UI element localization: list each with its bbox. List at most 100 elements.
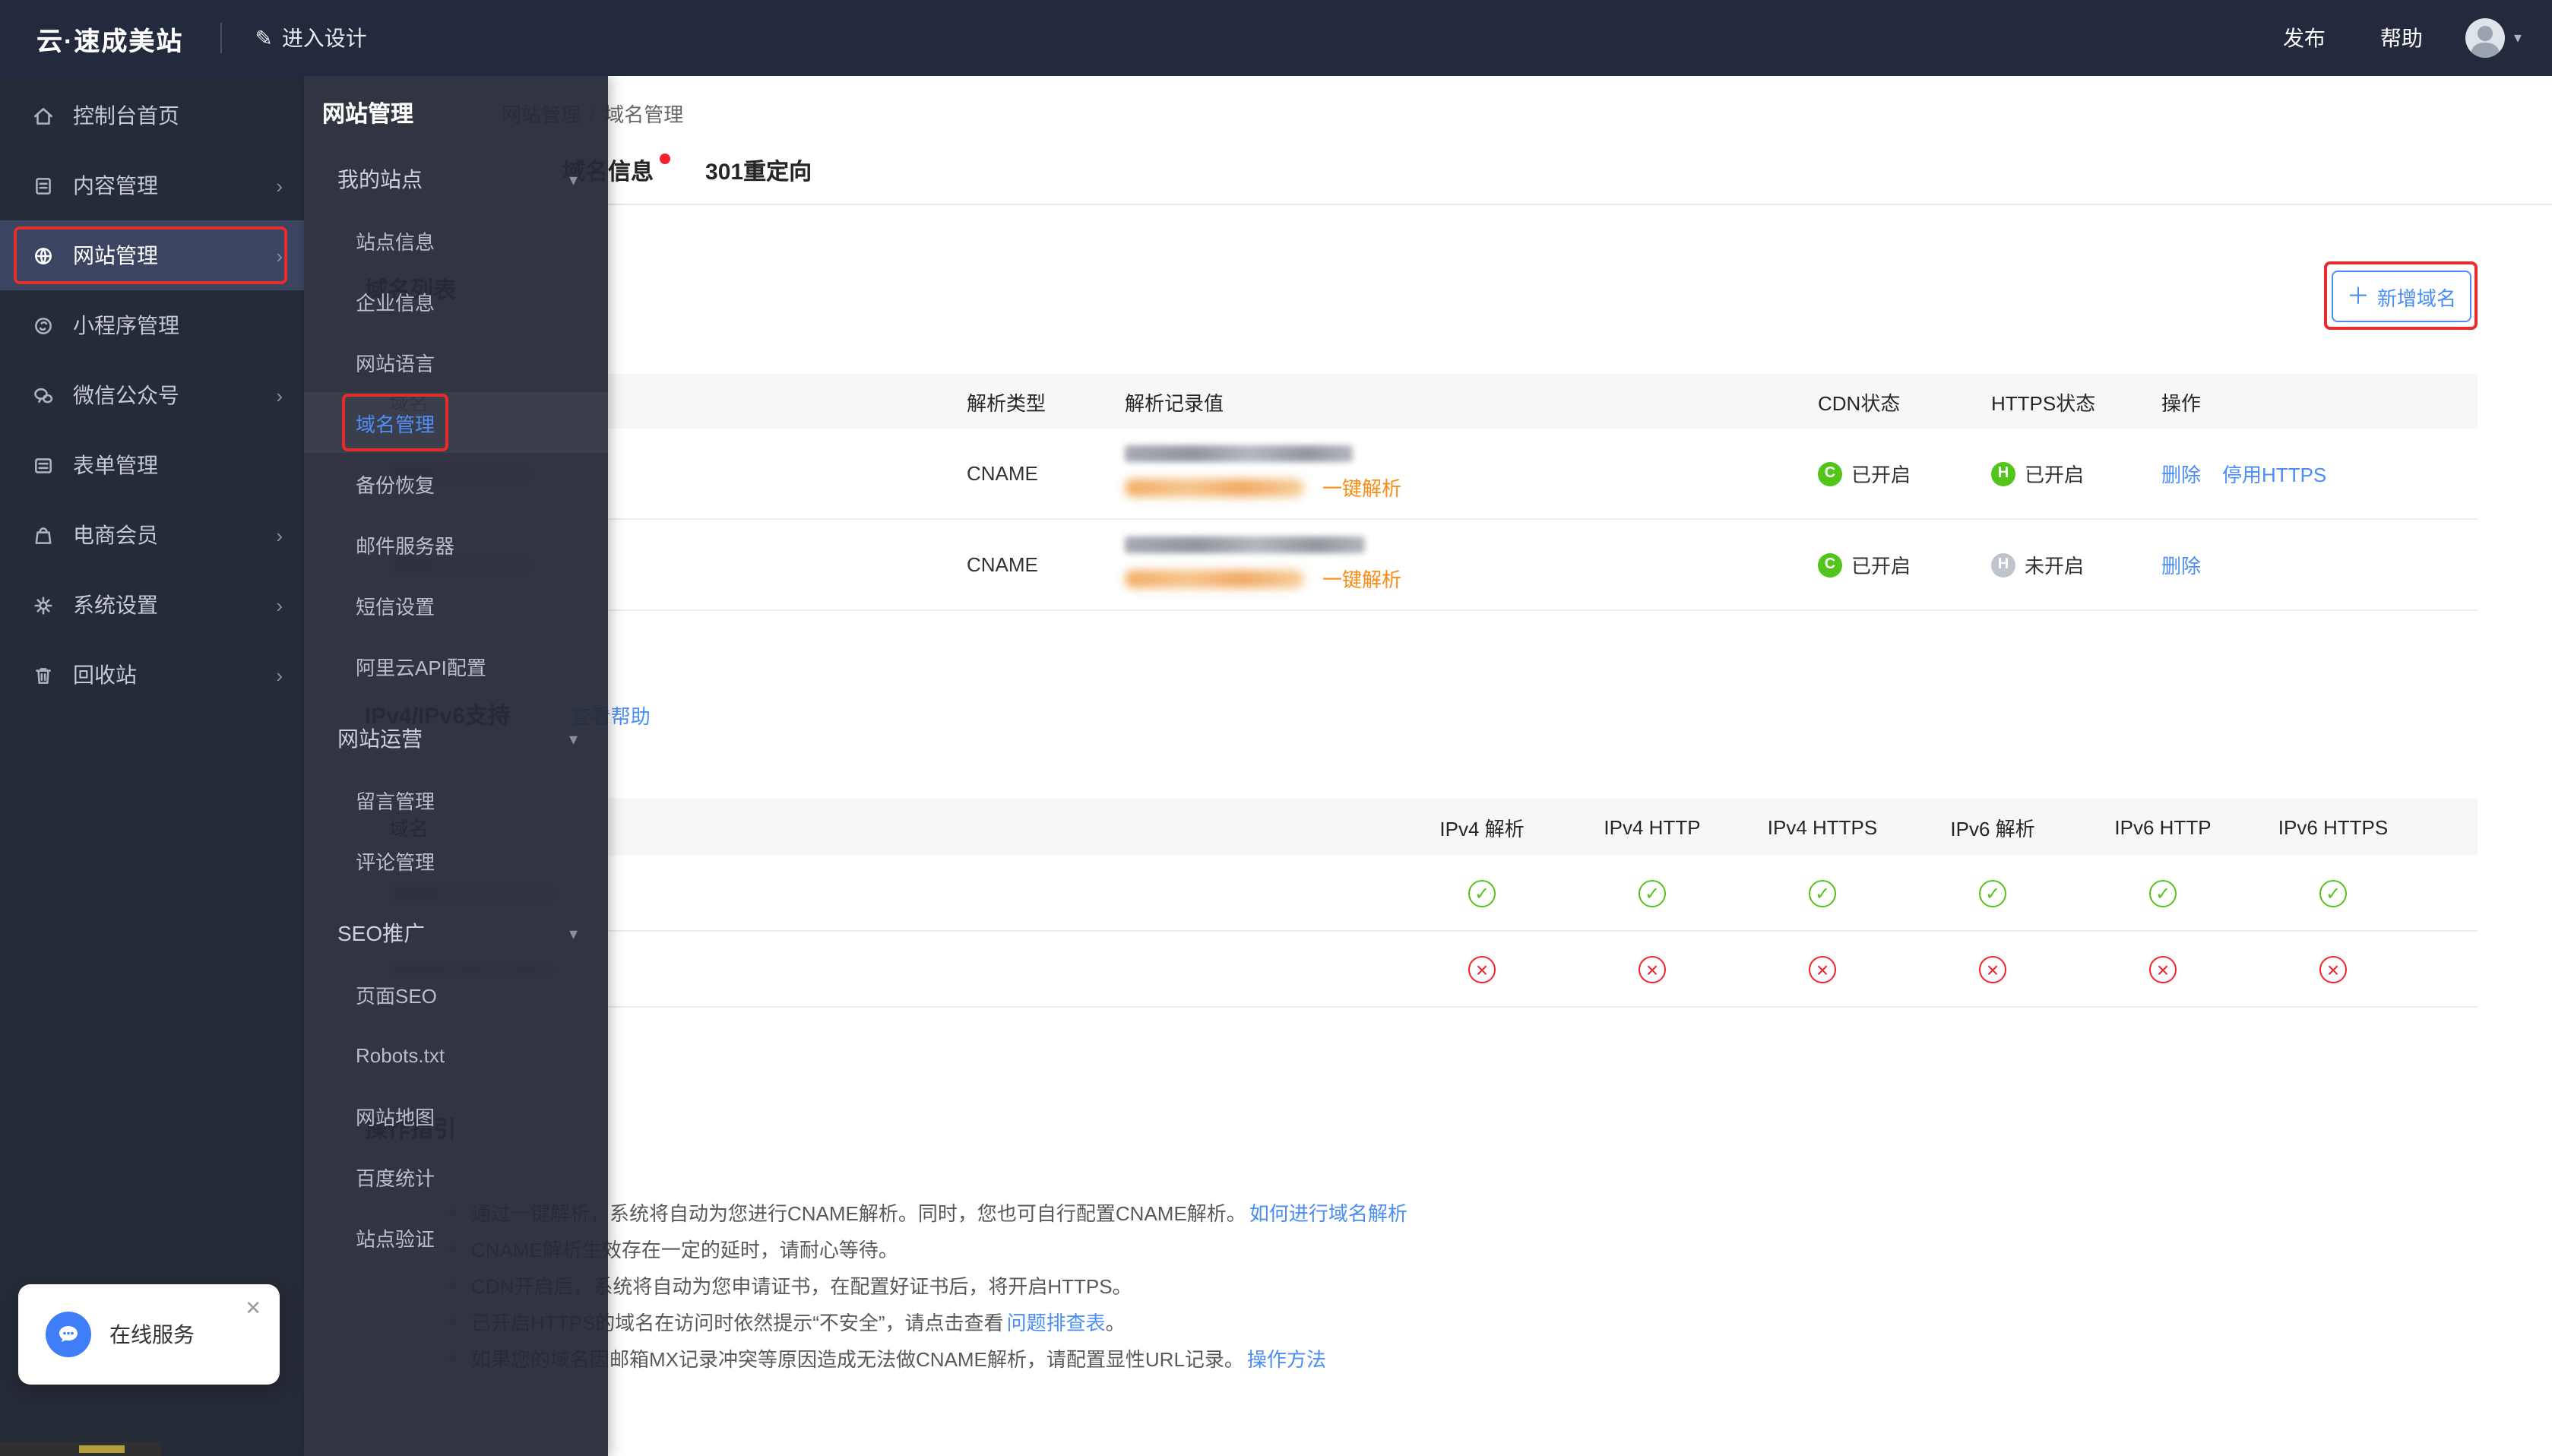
- check-circle-icon: ✓: [2319, 879, 2347, 907]
- redacted-record-value: [1125, 537, 1365, 553]
- website-management-flyout: 网站管理 我的站点 ▾ 站点信息 企业信息 网站语言 域名管理 备份恢复 邮件服…: [304, 76, 608, 1456]
- cross-circle-icon: ×: [2149, 955, 2177, 983]
- app-window: 云·速成美站 ✎ 进入设计 发布 帮助 ▾ 控制台首页 内容管理 › 网站管理 …: [0, 0, 2552, 1456]
- sidebar-item-content[interactable]: 内容管理 ›: [0, 150, 304, 220]
- sidebar-item-ecommerce[interactable]: 电商会员 ›: [0, 500, 304, 570]
- https-on-icon: H: [1991, 461, 2015, 486]
- check-circle-icon: ✓: [1639, 879, 1666, 907]
- disable-https-link[interactable]: 停用HTTPS: [2222, 459, 2326, 488]
- flyout-item-message-management[interactable]: 留言管理: [304, 769, 608, 830]
- table-row: ✓ ✓ ✓ ✓ ✓ ✓: [365, 856, 2478, 932]
- sidebar-item-recycle[interactable]: 回收站 ›: [0, 640, 304, 710]
- chat-icon: [46, 1312, 91, 1357]
- flyout-group-seo[interactable]: SEO推广 ▾: [304, 903, 608, 964]
- ip-support-table: 域名 IPv4 解析 IPv4 HTTP IPv4 HTTPS IPv6 解析 …: [365, 798, 2478, 1008]
- col-ipv6-resolve: IPv6 解析: [1950, 817, 2035, 840]
- sidebar-item-console-home[interactable]: 控制台首页: [0, 81, 304, 150]
- breadcrumb-item: 域名管理: [604, 103, 684, 126]
- col-record-value: 解析记录值: [1125, 391, 1224, 414]
- chevron-down-icon[interactable]: ▾: [2514, 30, 2522, 46]
- chevron-right-icon: ›: [276, 593, 283, 616]
- flyout-item-mail-server[interactable]: 邮件服务器: [304, 514, 608, 574]
- chevron-right-icon: ›: [276, 663, 283, 686]
- account-menu[interactable]: ▾: [2450, 18, 2552, 58]
- publish-button[interactable]: 发布: [2256, 23, 2353, 53]
- domain-table: 域名 解析类型 解析记录值 CDN状态 HTTPS状态 操作 CNAME 一键解…: [365, 374, 2478, 611]
- flyout-item-domain-management[interactable]: 域名管理: [304, 392, 608, 453]
- enter-design-label: 进入设计: [281, 26, 367, 50]
- chevron-right-icon: ›: [276, 174, 283, 197]
- bottom-window-artifact: [0, 1442, 161, 1456]
- close-icon[interactable]: ✕: [245, 1296, 261, 1321]
- resolve-type: CNAME: [967, 553, 1038, 576]
- flyout-item-company-info[interactable]: 企业信息: [304, 271, 608, 331]
- delete-domain-link[interactable]: 删除: [2161, 550, 2201, 579]
- flyout-item-aliyun-api[interactable]: 阿里云API配置: [304, 635, 608, 696]
- col-cdn-status: CDN状态: [1818, 391, 1901, 414]
- one-click-resolve-link[interactable]: 一键解析: [1322, 473, 1401, 502]
- chevron-right-icon: ›: [276, 244, 283, 267]
- sidebar-item-settings[interactable]: 系统设置 ›: [0, 570, 304, 640]
- flyout-item-sms-settings[interactable]: 短信设置: [304, 574, 608, 635]
- col-ipv6-https: IPv6 HTTPS: [2278, 815, 2389, 838]
- sidebar-item-wechat[interactable]: 微信公众号 ›: [0, 360, 304, 430]
- enter-design-button[interactable]: ✎ 进入设计: [221, 23, 400, 53]
- sidebar-item-website[interactable]: 网站管理 ›: [0, 220, 304, 290]
- tab-301-redirect[interactable]: 301重定向: [705, 154, 812, 186]
- miniapp-icon: [30, 313, 55, 337]
- chevron-down-icon: ▾: [568, 171, 578, 189]
- flyout-item-sitemap[interactable]: 网站地图: [304, 1085, 608, 1146]
- site-icon: [30, 243, 55, 267]
- check-circle-icon: ✓: [1468, 879, 1496, 907]
- shop-icon: [30, 523, 55, 547]
- flyout-item-baidu-stats[interactable]: 百度统计: [304, 1146, 608, 1207]
- delete-domain-link[interactable]: 删除: [2161, 459, 2201, 488]
- help-button[interactable]: 帮助: [2353, 23, 2450, 53]
- https-status-text: 已开启: [2025, 464, 2085, 486]
- app-logo: 云·速成美站: [36, 27, 184, 55]
- online-service-label: 在线服务: [109, 1322, 195, 1347]
- cross-circle-icon: ×: [1809, 955, 1836, 983]
- one-click-resolve-link[interactable]: 一键解析: [1322, 564, 1401, 593]
- flyout-item-site-info[interactable]: 站点信息: [304, 210, 608, 271]
- add-domain-button[interactable]: ＋ 新增域名: [2332, 271, 2471, 322]
- col-resolve-type: 解析类型: [967, 391, 1046, 414]
- check-circle-icon: ✓: [2149, 879, 2177, 907]
- flyout-item-page-seo[interactable]: 页面SEO: [304, 964, 608, 1024]
- flyout-item-site-verification[interactable]: 站点验证: [304, 1207, 608, 1268]
- online-service-widget[interactable]: 在线服务 ✕: [18, 1284, 280, 1385]
- notification-dot: [660, 153, 671, 163]
- flyout-item-comment-management[interactable]: 评论管理: [304, 830, 608, 891]
- cdn-status-text: 已开启: [1851, 464, 1911, 486]
- flyout-item-robots-txt[interactable]: Robots.txt: [304, 1024, 608, 1085]
- plus-icon: ＋: [2346, 283, 2370, 309]
- how-to-resolve-link[interactable]: 如何进行域名解析: [1249, 1197, 1407, 1226]
- chevron-down-icon: ▾: [568, 925, 578, 943]
- trash-icon: [30, 663, 55, 687]
- flyout-item-backup-restore[interactable]: 备份恢复: [304, 453, 608, 514]
- col-ipv6-http: IPv6 HTTP: [2114, 815, 2212, 838]
- cross-circle-icon: ×: [1639, 955, 1666, 983]
- chevron-down-icon: ▾: [568, 730, 578, 749]
- content-icon: [30, 173, 55, 198]
- cross-circle-icon: ×: [1468, 955, 1496, 983]
- topbar: 云·速成美站 ✎ 进入设计 发布 帮助 ▾: [0, 0, 2552, 76]
- flyout-group-site-operation[interactable]: 网站运营 ▾: [304, 708, 608, 769]
- sidebar-item-miniapp[interactable]: 小程序管理: [0, 290, 304, 360]
- avatar[interactable]: [2465, 18, 2505, 58]
- redacted-record-value: [1125, 445, 1353, 462]
- flyout-title: 网站管理: [322, 102, 414, 128]
- https-status-text: 未开启: [2025, 555, 2085, 578]
- pencil-icon: ✎: [255, 25, 273, 49]
- troubleshoot-link[interactable]: 问题排查表: [1007, 1306, 1106, 1335]
- sidebar-item-forms[interactable]: 表单管理: [0, 430, 304, 500]
- cdn-status-text: 已开启: [1851, 555, 1911, 578]
- flyout-item-site-language[interactable]: 网站语言: [304, 331, 608, 392]
- redacted-record-value: [1125, 478, 1304, 496]
- check-circle-icon: ✓: [1809, 879, 1836, 907]
- flyout-group-my-site[interactable]: 我的站点 ▾: [304, 149, 608, 210]
- operation-method-link[interactable]: 操作方法: [1247, 1343, 1326, 1372]
- domain-table-header: 域名 解析类型 解析记录值 CDN状态 HTTPS状态 操作: [365, 374, 2478, 429]
- table-row: CNAME 一键解析 C 已开启 H 已开启 删除 停用HTTPS: [365, 429, 2478, 520]
- cdn-on-icon: C: [1818, 461, 1842, 486]
